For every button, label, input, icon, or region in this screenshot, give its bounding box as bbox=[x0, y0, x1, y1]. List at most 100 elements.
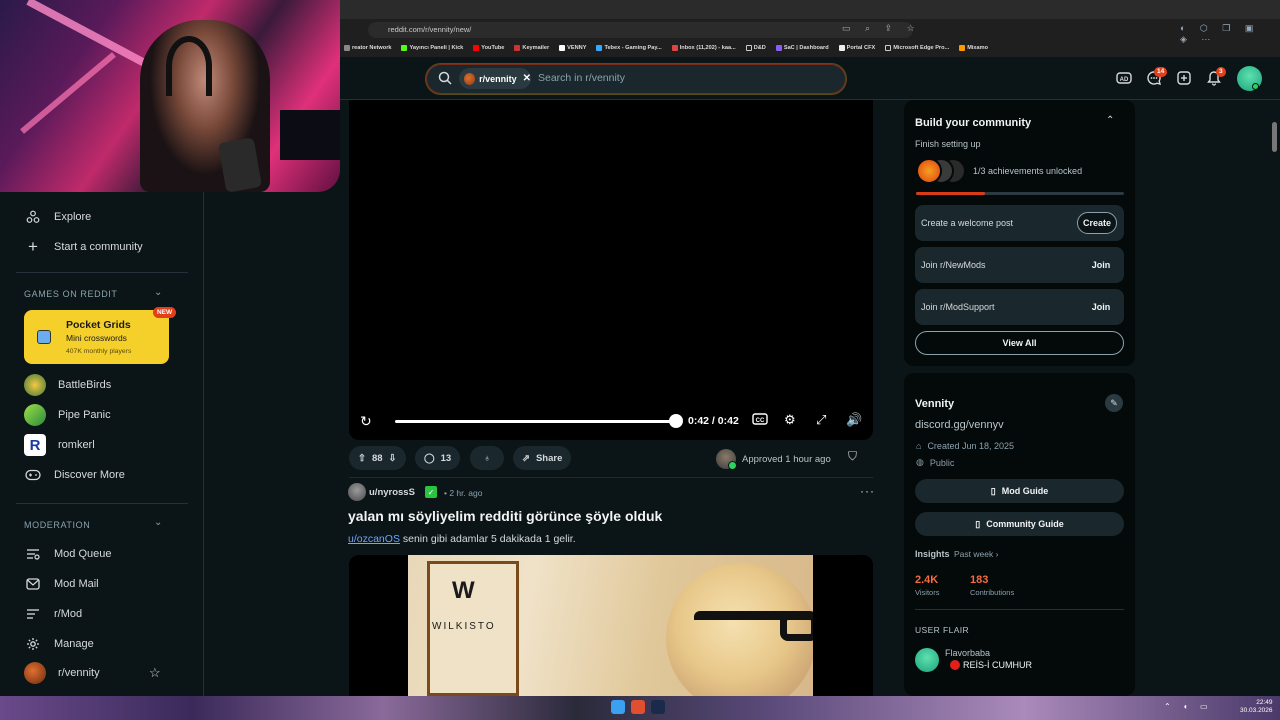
check-icon bbox=[728, 461, 737, 470]
award-button[interactable]: ♁ bbox=[470, 446, 504, 470]
bookmark-item[interactable]: YouTube bbox=[473, 45, 504, 51]
video-thumbnail[interactable]: W WILKISTO bbox=[408, 555, 813, 696]
flair-avatar[interactable] bbox=[915, 648, 939, 672]
page-scrollbar[interactable] bbox=[1272, 122, 1277, 152]
share-button[interactable]: ⇗ Share bbox=[513, 446, 572, 470]
chevron-down-icon[interactable]: ⌄ bbox=[154, 287, 162, 298]
star-icon[interactable]: ☆ bbox=[149, 665, 161, 681]
sidebar-item-explore[interactable]: Explore bbox=[24, 208, 91, 226]
captions-icon[interactable]: CC bbox=[752, 412, 768, 429]
volume-icon[interactable]: 🔊 bbox=[846, 412, 862, 428]
bookmark-item[interactable]: Mixamo bbox=[959, 45, 988, 51]
chevron-up-icon[interactable]: ⌃ bbox=[1106, 115, 1114, 126]
mod-queue-icon bbox=[24, 545, 42, 563]
flair-badge[interactable]: REİS-İ CUMHUR bbox=[950, 660, 1032, 670]
bookmark-item[interactable]: Keymailer bbox=[514, 45, 549, 51]
chat-badge: 14 bbox=[1154, 67, 1168, 77]
bookmark-item[interactable]: VENNY bbox=[559, 45, 586, 51]
video-progress[interactable] bbox=[395, 420, 677, 423]
bookmark-item[interactable]: Inbox (11,202) - kaa... bbox=[671, 45, 736, 51]
mail-icon bbox=[24, 575, 42, 593]
join-button[interactable]: Join bbox=[1086, 296, 1116, 318]
sidebar-item-label: romkerl bbox=[58, 439, 95, 451]
community-guide-label: Community Guide bbox=[986, 519, 1064, 529]
address-bar[interactable]: reddit.com/r/vennity/new/ bbox=[368, 22, 913, 38]
pipe-panic-avatar bbox=[24, 404, 46, 426]
replay-icon[interactable]: ↻ bbox=[360, 413, 372, 430]
sidebar-item-label: r/vennity bbox=[58, 667, 100, 679]
system-tray[interactable]: ⌃ ◖ ▭ bbox=[1164, 702, 1213, 711]
bookmark-item[interactable]: Portal CFX bbox=[838, 45, 875, 51]
task-label: Join r/ModSupport bbox=[921, 302, 995, 312]
more-options-icon[interactable]: ··· bbox=[860, 484, 875, 498]
user-mention-link[interactable]: u/ozcanOS bbox=[348, 533, 400, 545]
sidebar-item-manage[interactable]: Manage bbox=[24, 635, 94, 653]
sidebar-item-start-community[interactable]: + Start a community bbox=[24, 237, 143, 256]
edit-icon[interactable]: ✎ bbox=[1105, 394, 1123, 412]
bookmark-item[interactable]: Yayıncı Paneli | Kick bbox=[401, 45, 463, 51]
create-button[interactable]: Create bbox=[1077, 212, 1117, 234]
community-guide-button[interactable]: ▯ Community Guide bbox=[915, 512, 1124, 536]
upvote-icon[interactable]: ⇧ bbox=[358, 453, 366, 464]
video-scrubber[interactable] bbox=[669, 414, 683, 428]
advertise-icon[interactable]: AD bbox=[1112, 66, 1136, 90]
bookmark-item[interactable]: SaC | Dashboard bbox=[775, 45, 829, 51]
search-input[interactable]: Search in r/vennity bbox=[538, 72, 625, 84]
windows-start-icon[interactable] bbox=[611, 700, 625, 714]
neon-light bbox=[20, 52, 116, 134]
gear-icon bbox=[24, 635, 42, 653]
chevron-down-icon[interactable]: ⌄ bbox=[154, 517, 162, 528]
join-button[interactable]: Join bbox=[1086, 254, 1116, 276]
sidebar-item-r-mod[interactable]: r/Mod bbox=[24, 605, 82, 623]
mod-guide-button[interactable]: ▯ Mod Guide bbox=[915, 479, 1124, 503]
post-body-text: senin gibi adamlar 5 dakikada 1 gelir. bbox=[399, 533, 576, 545]
comment-count: 13 bbox=[440, 452, 452, 464]
sidebar-item-romkerl[interactable]: R romkerl bbox=[24, 434, 95, 456]
flair-text: REİS-İ CUMHUR bbox=[963, 660, 1032, 670]
sidebar-item-label: Mod Queue bbox=[54, 548, 112, 560]
fullscreen-icon[interactable]: ⤢ bbox=[816, 412, 826, 428]
explore-icon bbox=[24, 208, 42, 226]
game-players: 407K monthly players bbox=[66, 348, 132, 355]
user-avatar[interactable] bbox=[348, 483, 366, 501]
bookmark-item[interactable]: Tebex - Gaming Pay... bbox=[596, 45, 662, 51]
community-description: discord.gg/vennyv bbox=[915, 419, 1004, 431]
contributions-value: 183 bbox=[970, 574, 989, 586]
game-subtitle: Mini crosswords bbox=[66, 333, 127, 343]
svg-text:AD: AD bbox=[1120, 77, 1129, 83]
taskbar-clock[interactable]: 22:49 30.03.2026 bbox=[1240, 699, 1273, 715]
brave-browser-icon[interactable] bbox=[631, 700, 645, 714]
post-author[interactable]: u/nyrossS bbox=[369, 487, 415, 498]
sidebar-item-label: Explore bbox=[54, 211, 92, 223]
bookmark-item[interactable]: reator Network bbox=[344, 45, 391, 51]
downvote-icon[interactable]: ⇩ bbox=[389, 453, 397, 464]
vennity-avatar bbox=[24, 662, 46, 684]
community-chip[interactable]: r/vennity ✕ bbox=[459, 68, 531, 89]
shield-icon[interactable]: ⛉ bbox=[848, 449, 857, 464]
sidebar-item-mod-queue[interactable]: Mod Queue bbox=[24, 545, 111, 563]
sidebar-item-pipe-panic[interactable]: Pipe Panic bbox=[24, 404, 111, 426]
close-icon[interactable]: ✕ bbox=[523, 73, 531, 84]
post-title[interactable]: yalan mı söyliyelim redditi görünce şöyl… bbox=[348, 508, 662, 524]
bookmark-item[interactable]: Microsoft Edge Pro... bbox=[885, 45, 949, 51]
achievement-icon bbox=[916, 158, 942, 184]
sidebar-item-discover-more[interactable]: Discover More bbox=[24, 466, 125, 484]
view-all-button[interactable]: View All bbox=[915, 331, 1124, 355]
sidebar-item-battlebirds[interactable]: BattleBirds bbox=[24, 374, 111, 396]
game-card-pocket-grids[interactable]: Pocket Grids Mini crosswords 407K monthl… bbox=[24, 310, 169, 364]
notification-badge: 3 bbox=[1216, 67, 1226, 77]
address-bar-icons[interactable]: ▭ ⌕ ⇪ ☆ bbox=[842, 23, 921, 34]
video-time: 0:42 / 0:42 bbox=[688, 415, 739, 427]
video-player[interactable] bbox=[349, 100, 873, 440]
sidebar-item-mod-mail[interactable]: Mod Mail bbox=[24, 575, 99, 593]
plus-icon: + bbox=[28, 237, 38, 256]
insights-period[interactable]: Past week › bbox=[954, 549, 998, 559]
steam-icon[interactable] bbox=[651, 700, 665, 714]
comments-button[interactable]: ◯ 13 bbox=[415, 446, 461, 470]
neon-light bbox=[26, 0, 154, 71]
create-post-icon[interactable] bbox=[1172, 66, 1196, 90]
sidebar-item-r-vennity[interactable]: r/vennity bbox=[24, 662, 100, 684]
bookmark-item[interactable]: D&D bbox=[745, 45, 766, 51]
settings-icon[interactable]: ⚙ bbox=[784, 412, 796, 428]
battlebirds-avatar bbox=[24, 374, 46, 396]
